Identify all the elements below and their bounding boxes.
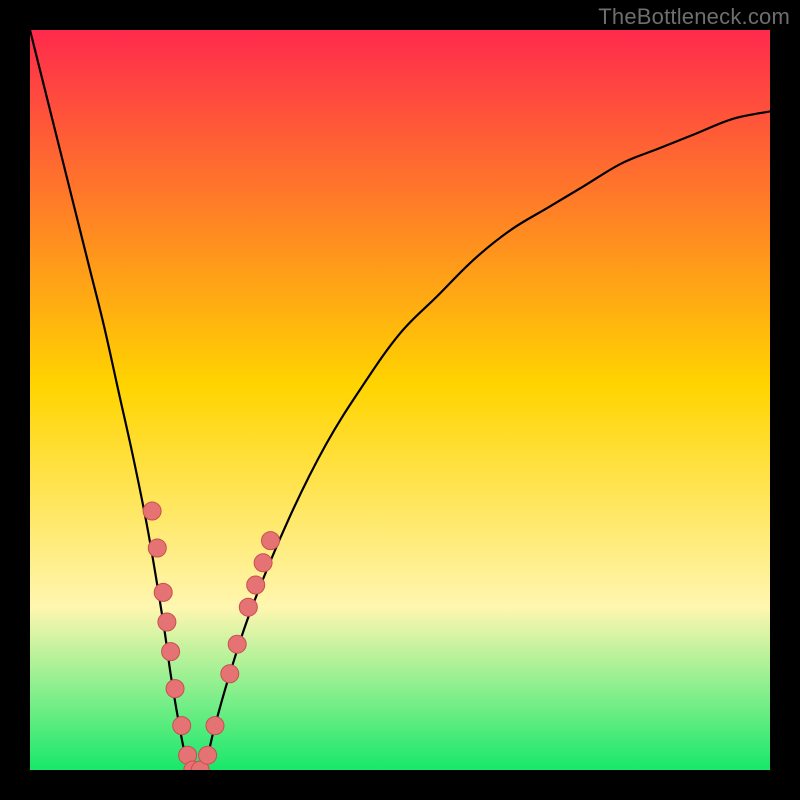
data-marker	[173, 717, 191, 735]
data-marker	[148, 539, 166, 557]
data-marker	[154, 583, 172, 601]
chart-container	[30, 30, 770, 770]
data-marker	[143, 502, 161, 520]
data-marker	[162, 643, 180, 661]
data-marker	[239, 598, 257, 616]
data-marker	[228, 635, 246, 653]
data-marker	[206, 717, 224, 735]
gradient-background	[30, 30, 770, 770]
data-marker	[247, 576, 265, 594]
data-marker	[166, 680, 184, 698]
bottleneck-chart	[30, 30, 770, 770]
data-marker	[254, 554, 272, 572]
data-marker	[158, 613, 176, 631]
frame: TheBottleneck.com	[0, 0, 800, 800]
watermark-text: TheBottleneck.com	[598, 4, 790, 30]
data-marker	[262, 532, 280, 550]
data-marker	[199, 746, 217, 764]
data-marker	[221, 665, 239, 683]
